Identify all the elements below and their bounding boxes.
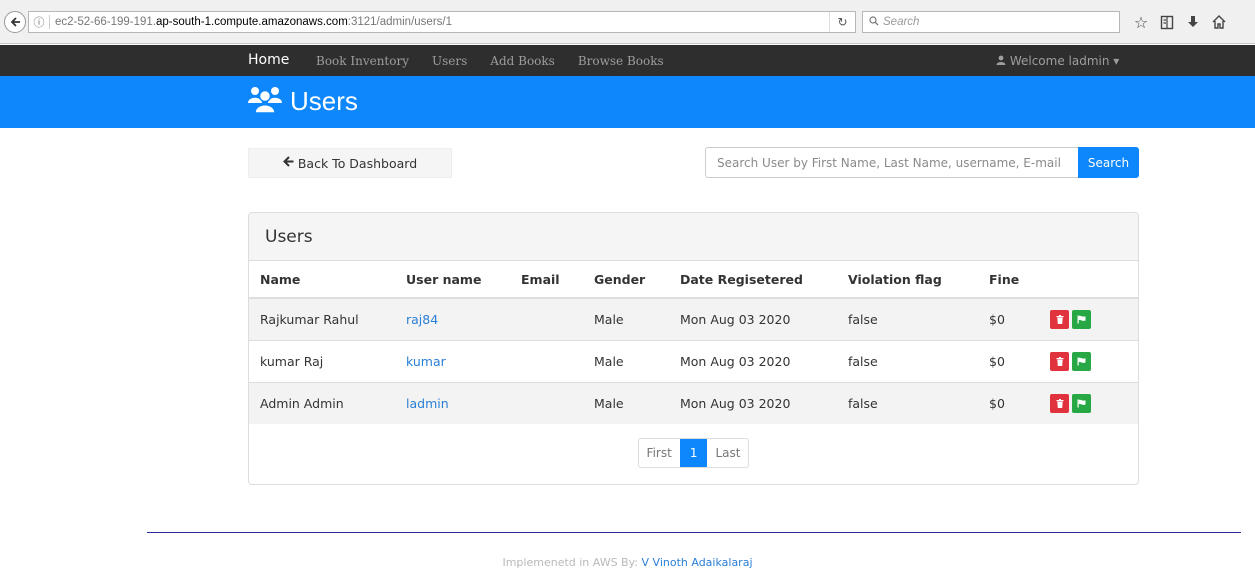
url-separator	[49, 15, 50, 29]
col-violation-flag: Violation flag	[837, 261, 978, 299]
cell-email	[510, 381, 583, 424]
nav-book-inventory[interactable]: Book Inventory	[316, 54, 409, 68]
cell-name: Rajkumar Rahul	[249, 297, 395, 340]
download-icon[interactable]	[1180, 10, 1206, 34]
flag-icon	[1077, 399, 1086, 408]
flag-icon	[1077, 357, 1086, 365]
cell-actions	[1039, 297, 1138, 340]
cell-name: kumar Raj	[249, 339, 395, 382]
cell-actions	[1039, 339, 1138, 382]
delete-button[interactable]	[1050, 309, 1069, 329]
trash-icon	[1056, 314, 1063, 324]
browser-search-bar[interactable]: Search	[862, 11, 1120, 33]
cell-email	[510, 297, 583, 340]
table-row: Rajkumar Rahul raj84 Male Mon Aug 03 202…	[249, 297, 1138, 340]
browser-toolbar: ⓘ ec2-52-66-199-191.ap-south-1.compute.a…	[0, 0, 1255, 44]
delete-button[interactable]	[1050, 393, 1069, 413]
col-actions	[1039, 261, 1138, 299]
user-search-input[interactable]	[705, 147, 1078, 178]
pagination: First 1 Last	[249, 438, 1138, 468]
reload-icon[interactable]: ↻	[829, 12, 855, 32]
table-row: Admin Admin ladmin Male Mon Aug 03 2020 …	[249, 381, 1138, 424]
username-link[interactable]: raj84	[406, 312, 438, 327]
footer-divider	[147, 532, 1241, 533]
cell-violation: false	[837, 381, 978, 424]
search-icon	[869, 15, 879, 29]
cell-gender: Male	[583, 297, 669, 340]
browser-search-placeholder: Search	[883, 16, 920, 28]
users-icon	[247, 84, 283, 118]
flag-icon	[1077, 315, 1086, 324]
flag-button[interactable]	[1072, 309, 1091, 329]
back-to-dashboard-label: Back To Dashboard	[297, 155, 418, 171]
cell-gender: Male	[583, 381, 669, 424]
cell-date: Mon Aug 03 2020	[669, 381, 837, 424]
cell-username: raj84	[395, 297, 510, 340]
trash-icon	[1056, 398, 1063, 408]
home-icon[interactable]	[1206, 10, 1232, 34]
reading-list-icon[interactable]	[1154, 10, 1180, 34]
url-text[interactable]: ec2-52-66-199-191.ap-south-1.compute.ama…	[55, 16, 452, 28]
cell-violation: false	[837, 339, 978, 382]
cell-date: Mon Aug 03 2020	[669, 339, 837, 382]
arrow-left-icon	[282, 155, 294, 171]
info-icon[interactable]: ⓘ	[29, 14, 49, 30]
username-link[interactable]: ladmin	[406, 396, 449, 411]
cell-email	[510, 339, 583, 382]
col-date-registered: Date Regisetered	[669, 261, 837, 299]
cell-date: Mon Aug 03 2020	[669, 297, 837, 340]
col-fine: Fine	[978, 261, 1039, 299]
cell-violation: false	[837, 297, 978, 340]
page-current[interactable]: 1	[679, 439, 708, 467]
cell-fine: $0	[978, 339, 1039, 382]
search-button[interactable]: Search	[1078, 147, 1139, 178]
username-link[interactable]: kumar	[406, 354, 446, 369]
page-last[interactable]: Last	[707, 439, 748, 467]
page-first[interactable]: First	[639, 439, 680, 467]
footer-text: Implemenetd in AWS By:	[502, 556, 639, 569]
flag-button[interactable]	[1072, 393, 1091, 413]
flag-button[interactable]	[1072, 351, 1091, 371]
nav-home[interactable]: Home	[248, 52, 289, 68]
nav-browse-books[interactable]: Browse Books	[578, 54, 664, 68]
page-title: Users	[290, 86, 358, 116]
user-menu[interactable]: Welcome ladmin ▾	[996, 54, 1119, 68]
nav-users[interactable]: Users	[432, 54, 467, 68]
users-table: Name User name Email Gender Date Regiset…	[249, 261, 1138, 424]
page-header: Users	[0, 76, 1255, 128]
col-gender: Gender	[583, 261, 669, 299]
cell-actions	[1039, 381, 1138, 424]
panel-heading: Users	[249, 213, 1138, 261]
cell-username: ladmin	[395, 381, 510, 424]
cell-username: kumar	[395, 339, 510, 382]
users-panel: Users Name User name Email Gender Date R…	[248, 212, 1139, 485]
table-header-row: Name User name Email Gender Date Regiset…	[249, 261, 1138, 299]
star-icon[interactable]: ☆	[1128, 10, 1154, 34]
cell-fine: $0	[978, 297, 1039, 340]
caret-down-icon: ▾	[1113, 54, 1120, 68]
top-navbar: Home Book Inventory Users Add Books Brow…	[0, 45, 1255, 76]
back-to-dashboard-button[interactable]: Back To Dashboard	[248, 148, 452, 178]
table-row: kumar Raj kumar Male Mon Aug 03 2020 fal…	[249, 339, 1138, 382]
author-link[interactable]: V Vinoth Adaikalaraj	[642, 556, 753, 569]
cell-name: Admin Admin	[249, 381, 395, 424]
col-email: Email	[510, 261, 583, 299]
user-icon	[996, 54, 1010, 68]
footer: Implemenetd in AWS By: V Vinoth Adaikala…	[0, 556, 1255, 569]
delete-button[interactable]	[1050, 351, 1069, 371]
trash-icon	[1056, 356, 1063, 366]
welcome-text: Welcome ladmin	[1009, 54, 1110, 68]
cell-fine: $0	[978, 381, 1039, 424]
col-username: User name	[395, 261, 510, 299]
cell-gender: Male	[583, 339, 669, 382]
col-name: Name	[249, 261, 395, 299]
address-bar[interactable]: ⓘ ec2-52-66-199-191.ap-south-1.compute.a…	[28, 11, 856, 33]
back-icon[interactable]	[4, 11, 26, 33]
nav-add-books[interactable]: Add Books	[490, 54, 555, 68]
